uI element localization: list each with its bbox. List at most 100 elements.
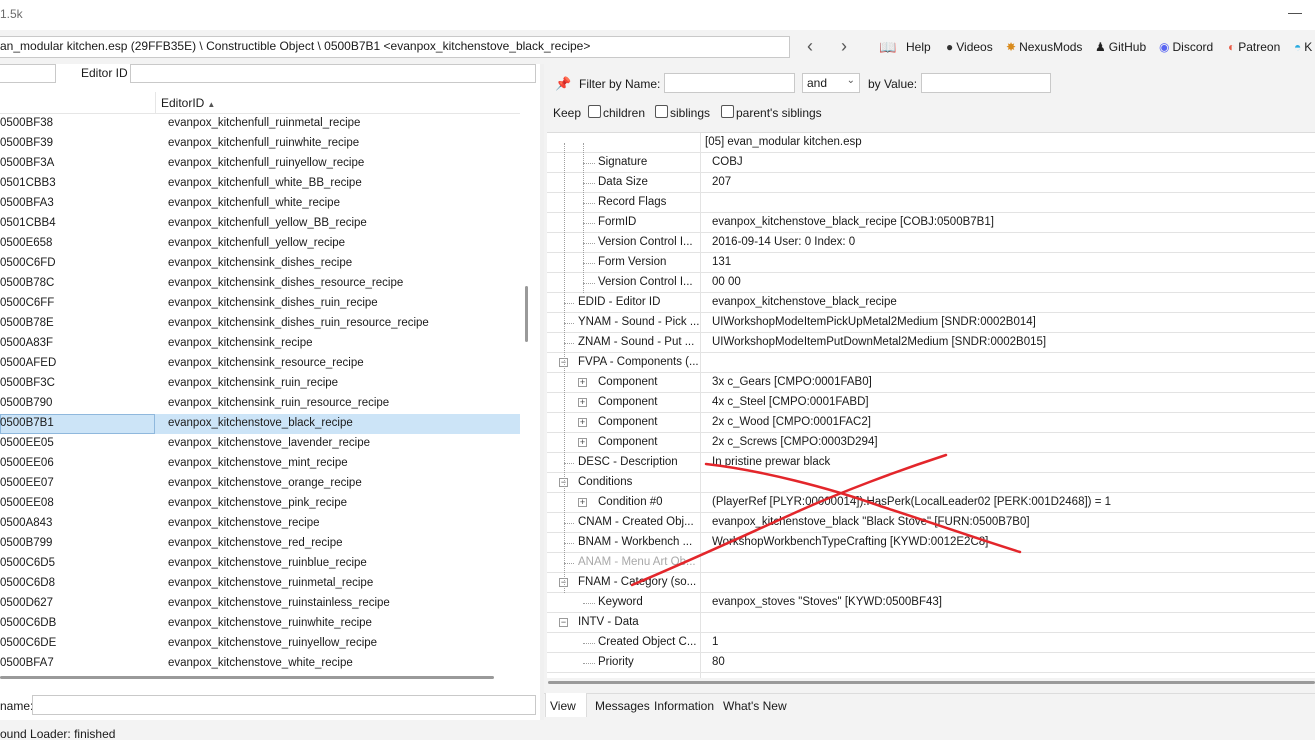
record-path[interactable]: an_modular kitchen.esp (29FFB35E) \ Cons… <box>0 36 790 58</box>
tree-row[interactable]: − FVPA - Components (... <box>547 353 1315 373</box>
tab-whats-new[interactable]: What's New <box>719 693 791 717</box>
list-item[interactable]: 0500BFA3 evanpox_kitchenfull_white_recipe <box>0 194 520 214</box>
tree-field-value: COBJ <box>712 156 743 168</box>
list-item[interactable]: 0500C6FD evanpox_kitchensink_dishes_recip… <box>0 254 520 274</box>
parents-siblings-checkbox[interactable] <box>721 105 734 118</box>
back-button[interactable]: ‹ <box>798 36 822 58</box>
list-item[interactable]: 0500A843 evanpox_kitchenstove_recipe <box>0 514 520 534</box>
list-item[interactable]: 0500B7B1 evanpox_kitchenstove_black_recip… <box>0 414 520 434</box>
list-horizontal-scrollbar[interactable] <box>0 676 494 679</box>
tree-column-divider[interactable] <box>700 133 701 678</box>
tree-row[interactable]: + Component 3x c_Gears [CMPO:0001FAB0] <box>547 373 1315 393</box>
tree-field-value: In pristine prewar black <box>712 456 831 468</box>
expand-icon[interactable]: + <box>578 378 587 387</box>
list-item[interactable]: 0500C6DB evanpox_kitchenstove_ruinwhite_r… <box>0 614 520 634</box>
tree-row[interactable]: Signature COBJ <box>547 153 1315 173</box>
siblings-checkbox[interactable] <box>655 105 668 118</box>
list-item[interactable]: 0500EE08 evanpox_kitchenstove_pink_recipe <box>0 494 520 514</box>
tab-messages[interactable]: Messages <box>591 693 654 717</box>
nexusmods-link[interactable]: ✸ NexusMods <box>1006 38 1082 56</box>
tree-row[interactable]: Keyword evanpox_stoves "Stoves" [KYWD:050… <box>547 593 1315 613</box>
list-item[interactable]: 0500BF39 evanpox_kitchenfull_ruinwhite_re… <box>0 134 520 154</box>
list-item[interactable]: 0500BF3A evanpox_kitchenfull_ruinyellow_r… <box>0 154 520 174</box>
tree-field-value: evanpox_stoves "Stoves" [KYWD:0500BF43] <box>712 596 942 608</box>
editor-id-filter-input[interactable] <box>130 64 536 83</box>
tree-row[interactable]: ZNAM - Sound - Put ... UIWorkshopModeItem… <box>547 333 1315 353</box>
list-item[interactable]: 0500B78E evanpox_kitchensink_dishes_ruin_… <box>0 314 520 334</box>
tab-view[interactable]: View <box>545 693 587 717</box>
videos-link[interactable]: ● Videos <box>946 38 993 56</box>
list-item[interactable]: 0500EE06 evanpox_kitchenstove_mint_recipe <box>0 454 520 474</box>
tree-row[interactable]: ANAM - Menu Art Ob... <box>547 553 1315 573</box>
list-item[interactable]: 0500B78C evanpox_kitchensink_dishes_resou… <box>0 274 520 294</box>
forward-button[interactable]: › <box>832 36 856 58</box>
formid-filter-input[interactable] <box>0 64 56 83</box>
list-item[interactable]: 0500D627 evanpox_kitchenstove_ruinstainle… <box>0 594 520 614</box>
patreon-link[interactable]: ◐ Patreon <box>1228 38 1280 56</box>
children-checkbox[interactable] <box>588 105 601 118</box>
tree-field-value: WorkshopWorkbenchTypeCrafting [KYWD:0012… <box>712 536 989 548</box>
tree-field-value: 2016-09-14 User: 0 Index: 0 <box>712 236 856 248</box>
editorid-cell: evanpox_kitchenstove_ruinstainless_recip… <box>168 597 390 609</box>
editorid-column-header[interactable]: EditorID ▲ <box>155 92 520 114</box>
list-item[interactable]: 0500C6FF evanpox_kitchensink_dishes_ruin_… <box>0 294 520 314</box>
list-item[interactable]: 0500C6D5 evanpox_kitchenstove_ruinblue_re… <box>0 554 520 574</box>
tree-row[interactable]: BNAM - Workbench ... WorkshopWorkbenchTyp… <box>547 533 1315 553</box>
tree-row[interactable]: Data Size 207 <box>547 173 1315 193</box>
list-item[interactable]: 0500EE07 evanpox_kitchenstove_orange_reci… <box>0 474 520 494</box>
tree-row[interactable]: Form Version 131 <box>547 253 1315 273</box>
list-item[interactable]: 0500A83F evanpox_kitchensink_recipe <box>0 334 520 354</box>
list-item[interactable]: 0500C6DE evanpox_kitchenstove_ruinyellow_… <box>0 634 520 654</box>
discord-link[interactable]: ◉ Discord <box>1159 38 1213 56</box>
tree-row[interactable]: Priority 80 <box>547 653 1315 673</box>
list-item[interactable]: 0500BF38 evanpox_kitchenfull_ruinmetal_re… <box>0 114 520 134</box>
name-filter-input[interactable] <box>32 695 536 715</box>
name-filter-label: name: <box>0 699 34 713</box>
minimize-button[interactable]: — <box>1283 3 1307 23</box>
tree-field-label: Priority <box>598 656 634 668</box>
tree-row[interactable]: − FNAM - Category (so... <box>547 573 1315 593</box>
github-link[interactable]: ♟ GitHub <box>1095 38 1146 56</box>
list-item[interactable]: 0501CBB4 evanpox_kitchenfull_yellow_BB_re… <box>0 214 520 234</box>
pin-icon[interactable]: 📌 <box>555 76 571 92</box>
collapse-icon[interactable]: − <box>559 618 568 627</box>
tree-row[interactable]: + Component 2x c_Screws [CMPO:0003D294] <box>547 433 1315 453</box>
help-link[interactable]: 📖 Help <box>873 38 930 56</box>
tree-row[interactable]: + Condition #0 (PlayerRef [PLYR:00000014])… <box>547 493 1315 513</box>
list-item[interactable]: 0500EE05 evanpox_kitchenstove_lavender_re… <box>0 434 520 454</box>
tree-row[interactable]: CNAM - Created Obj... evanpox_kitchenstov… <box>547 513 1315 533</box>
tree-row[interactable]: + Component 2x c_Wood [CMPO:0001FAC2] <box>547 413 1315 433</box>
filter-value-input[interactable] <box>921 73 1051 93</box>
expand-icon[interactable]: + <box>578 398 587 407</box>
tree-row[interactable]: EDID - Editor ID evanpox_kitchenstove_bla… <box>547 293 1315 313</box>
tree-row[interactable]: Created Object C... 1 <box>547 633 1315 653</box>
list-item[interactable]: 0500C6D8 evanpox_kitchenstove_ruinmetal_r… <box>0 574 520 594</box>
tree-row[interactable]: Version Control I... 00 00 <box>547 273 1315 293</box>
tree-row[interactable]: − Conditions <box>547 473 1315 493</box>
tree-row[interactable]: − INTV - Data <box>547 613 1315 633</box>
tree-connector <box>583 263 595 264</box>
tree-horizontal-scrollbar[interactable] <box>548 681 1315 684</box>
expand-icon[interactable]: + <box>578 498 587 507</box>
tree-row[interactable]: FormID evanpox_kitchenstove_black_recipe … <box>547 213 1315 233</box>
tree-connector <box>564 343 574 344</box>
tree-row[interactable]: Version Control I... 2016-09-14 User: 0 I… <box>547 233 1315 253</box>
list-item[interactable]: 0500E658 evanpox_kitchenfull_yellow_recip… <box>0 234 520 254</box>
tab-information[interactable]: Information <box>650 693 718 717</box>
tree-row[interactable]: YNAM - Sound - Pick ... UIWorkshopModeIte… <box>547 313 1315 333</box>
tree-row[interactable]: DESC - Description In pristine prewar bla… <box>547 453 1315 473</box>
expand-icon[interactable]: + <box>578 438 587 447</box>
tree-row[interactable]: + Component 4x c_Steel [CMPO:0001FABD] <box>547 393 1315 413</box>
list-item[interactable]: 0500AFED evanpox_kitchensink_resource_rec… <box>0 354 520 374</box>
tree-row[interactable]: Record Flags <box>547 193 1315 213</box>
filter-name-input[interactable] <box>664 73 795 93</box>
list-item[interactable]: 0501CBB3 evanpox_kitchenfull_white_BB_rec… <box>0 174 520 194</box>
filter-operator-select[interactable]: and ⌄ <box>802 73 860 93</box>
list-item[interactable]: 0500BF3C evanpox_kitchensink_ruin_recipe <box>0 374 520 394</box>
list-vertical-scrollbar[interactable] <box>525 286 528 342</box>
list-item[interactable]: 0500B790 evanpox_kitchensink_ruin_resourc… <box>0 394 520 414</box>
kofi-link[interactable]: ◓ K <box>1294 38 1312 56</box>
list-item[interactable]: 0500BFA7 evanpox_kitchenstove_white_recip… <box>0 654 520 674</box>
expand-icon[interactable]: + <box>578 418 587 427</box>
list-item[interactable]: 0500B799 evanpox_kitchenstove_red_recipe <box>0 534 520 554</box>
